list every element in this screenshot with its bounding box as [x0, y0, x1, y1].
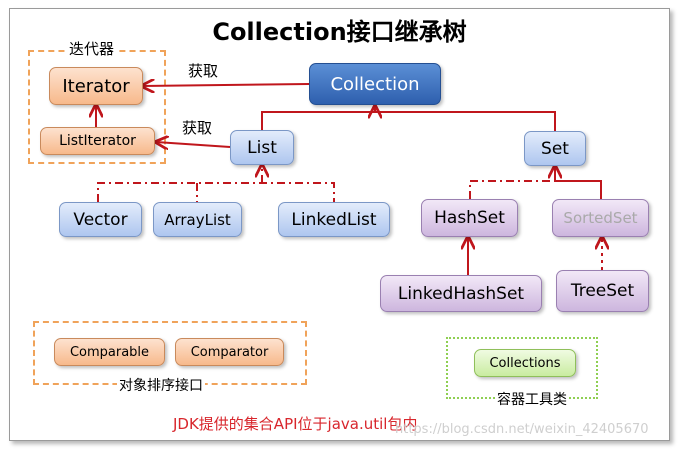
node-iterator[interactable]: Iterator — [49, 67, 143, 105]
edge-label-obtain-1: 获取 — [188, 62, 219, 80]
node-set[interactable]: Set — [524, 131, 586, 166]
footer-note: JDK提供的集合API位于java.util包内 — [173, 415, 418, 433]
node-linked-hash-set[interactable]: LinkedHashSet — [380, 275, 542, 312]
edge-hashset-set — [469, 180, 555, 199]
node-linked-list[interactable]: LinkedList — [278, 202, 390, 237]
node-collection[interactable]: Collection — [309, 63, 441, 105]
edge-label-obtain-2: 获取 — [182, 119, 213, 137]
node-array-list[interactable]: ArrayList — [153, 202, 242, 237]
node-tree-set[interactable]: TreeSet — [556, 270, 649, 312]
edge-list-impls — [97, 182, 335, 202]
node-hash-set[interactable]: HashSet — [421, 199, 518, 237]
node-vector[interactable]: Vector — [59, 202, 142, 237]
edge-collection-iterator — [142, 84, 310, 86]
edge-list-listiterator — [156, 142, 231, 147]
edge-sortedset-set — [555, 180, 602, 199]
watermark: https://blog.csdn.net/weixin_42405670 — [395, 422, 649, 437]
node-list[interactable]: List — [230, 130, 294, 165]
node-sorted-set[interactable]: SortedSet — [552, 199, 649, 237]
node-collections[interactable]: Collections — [474, 349, 576, 377]
edge-list-set-collection — [261, 111, 556, 131]
node-comparable[interactable]: Comparable — [54, 338, 165, 366]
node-list-iterator[interactable]: ListIterator — [40, 127, 155, 155]
node-comparator[interactable]: Comparator — [175, 338, 284, 366]
